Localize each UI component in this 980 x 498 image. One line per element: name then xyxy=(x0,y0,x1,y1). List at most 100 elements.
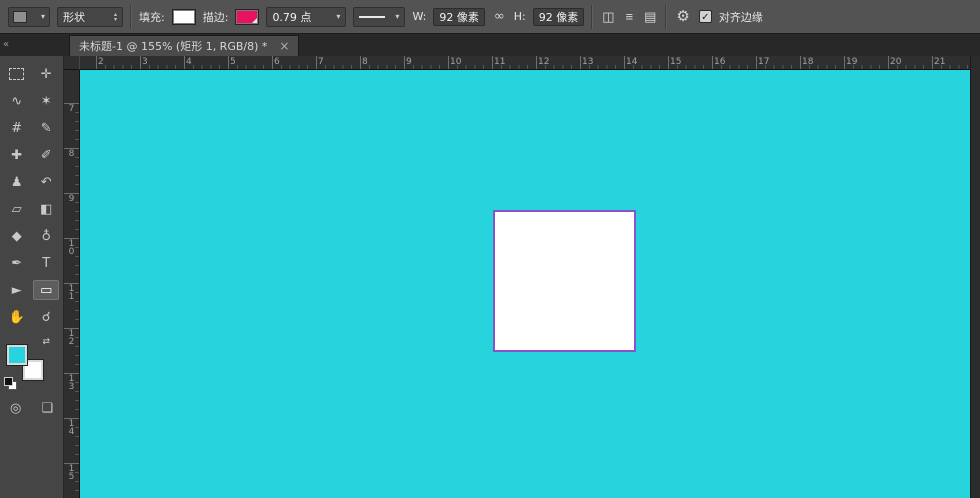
canvas[interactable] xyxy=(80,70,970,498)
stroke-width-value: 0.79 点 xyxy=(272,9,311,25)
h-ruler-number: 10 xyxy=(450,57,461,67)
rectangle-preset-icon xyxy=(13,11,27,23)
h-ruler-number: 14 xyxy=(626,57,637,67)
type-tool[interactable]: T xyxy=(33,253,59,273)
close-icon[interactable]: × xyxy=(279,39,289,53)
ruler-origin-corner[interactable] xyxy=(64,56,80,70)
horizontal-ruler[interactable]: 23456789101112131415161718192021 xyxy=(80,56,970,70)
path-alignment-button[interactable]: ≡ xyxy=(624,7,636,27)
v-ruler-number: 12 xyxy=(67,330,76,346)
history-brush-tool[interactable]: ↶ xyxy=(33,172,59,192)
pen-tool-icon: ✒ xyxy=(11,256,22,271)
tool-mode-value: 形状 xyxy=(63,9,85,25)
stroke-label: 描边: xyxy=(203,9,229,25)
type-tool-icon: T xyxy=(42,256,50,271)
clone-stamp-tool[interactable]: ♟ xyxy=(4,172,30,192)
blur-tool-icon: ◆ xyxy=(12,229,22,244)
healing-brush-tool[interactable]: ✚ xyxy=(4,145,30,165)
document-area: 未标题-1 @ 155% (矩形 1, RGB/8) * × 234567891… xyxy=(64,34,980,498)
zoom-tool[interactable]: ☌ xyxy=(33,307,59,327)
h-ruler-number: 18 xyxy=(802,57,813,67)
v-ruler-number: 15 xyxy=(67,465,76,481)
hand-tool[interactable]: ✋ xyxy=(4,307,30,327)
height-label: H: xyxy=(514,10,526,23)
color-swatch-widget: ⇄ xyxy=(4,337,52,383)
swap-colors-icon[interactable]: ⇄ xyxy=(42,337,50,347)
separator xyxy=(130,5,132,29)
v-ruler-number: 11 xyxy=(67,285,76,301)
stroke-type-select[interactable]: ▾ xyxy=(353,7,405,27)
spinner-arrows-icon: ▴▾ xyxy=(114,12,117,22)
dodge-tool[interactable]: ♁ xyxy=(33,226,59,246)
zoom-tool-icon: ☌ xyxy=(42,310,51,325)
tool-mode-select[interactable]: 形状 ▴▾ xyxy=(57,7,123,27)
h-ruler-number: 16 xyxy=(714,57,725,67)
fill-swatch[interactable] xyxy=(172,9,196,25)
gear-icon[interactable]: ⚙ xyxy=(674,7,691,27)
v-ruler-number: 7 xyxy=(67,105,76,113)
h-ruler-number: 8 xyxy=(362,57,368,67)
healing-brush-tool-icon: ✚ xyxy=(11,148,22,163)
collapse-panel-button[interactable]: « xyxy=(0,34,63,56)
h-ruler-number: 3 xyxy=(142,57,148,67)
height-input[interactable]: 92 像素 xyxy=(533,8,585,26)
h-ruler-number: 13 xyxy=(582,57,593,67)
magic-wand-tool[interactable]: ✶ xyxy=(33,91,59,111)
screen-mode-icon[interactable]: ❏ xyxy=(41,401,53,416)
brush-tool-icon: ✐ xyxy=(41,148,52,163)
dodge-tool-icon: ♁ xyxy=(41,229,51,244)
stroke-width-select[interactable]: 0.79 点 ▾ xyxy=(266,7,346,27)
crop-tool-icon: # xyxy=(11,121,22,136)
align-edges-checkbox[interactable]: ✓ xyxy=(699,10,712,23)
paint-bucket-tool[interactable]: ◧ xyxy=(33,199,59,219)
h-ruler-number: 20 xyxy=(890,57,901,67)
eyedropper-tool[interactable]: ✎ xyxy=(33,118,59,138)
tab-bar: 未标题-1 @ 155% (矩形 1, RGB/8) * × xyxy=(64,34,980,56)
v-ruler-number: 10 xyxy=(67,240,76,256)
rectangular-marquee-tool-icon xyxy=(9,68,24,80)
ruler-row: 23456789101112131415161718192021 xyxy=(64,56,980,70)
eyedropper-tool-icon: ✎ xyxy=(41,121,52,136)
width-input[interactable]: 92 像素 xyxy=(433,8,485,26)
blur-tool[interactable]: ◆ xyxy=(4,226,30,246)
chevron-down-icon: ▾ xyxy=(395,12,399,21)
eraser-tool[interactable]: ▱ xyxy=(4,199,30,219)
v-ruler-number: 8 xyxy=(67,150,76,158)
crop-tool[interactable]: # xyxy=(4,118,30,138)
path-arrangement-button[interactable]: ▤ xyxy=(642,7,658,27)
path-operations-button[interactable]: ◫ xyxy=(600,7,616,27)
separator xyxy=(591,5,593,29)
options-bar: ▾ 形状 ▴▾ 填充: 描边: 0.79 点 ▾ ▾ W: 92 像素 ∞ H:… xyxy=(0,0,980,34)
quick-mask-icon[interactable]: ◎ xyxy=(10,401,21,416)
default-colors-icon[interactable] xyxy=(4,377,16,389)
rectangular-marquee-tool[interactable] xyxy=(4,64,30,84)
link-dimensions-icon[interactable]: ∞ xyxy=(492,7,507,27)
path-selection-tool[interactable]: ► xyxy=(4,280,30,300)
pen-tool[interactable]: ✒ xyxy=(4,253,30,273)
move-tool[interactable]: ✛ xyxy=(33,64,59,84)
eraser-tool-icon: ▱ xyxy=(12,202,22,217)
v-ruler-number: 14 xyxy=(67,420,76,436)
h-ruler-number: 19 xyxy=(846,57,857,67)
rectangle-tool[interactable]: ▭ xyxy=(33,280,59,300)
document-tab[interactable]: 未标题-1 @ 155% (矩形 1, RGB/8) * × xyxy=(69,35,299,56)
separator xyxy=(665,5,667,29)
brush-tool[interactable]: ✐ xyxy=(33,145,59,165)
v-ruler-number: 9 xyxy=(67,195,76,203)
shape-rectangle[interactable] xyxy=(493,210,636,352)
vertical-scrollbar[interactable] xyxy=(970,70,980,498)
h-ruler-number: 5 xyxy=(230,57,236,67)
tools-grid: ✛ ∿ ✶ # ✎ ✚ ✐ ♟ ↶ ▱ ◧ ◆ ♁ ✒ T ►▭✋ ☌ xyxy=(0,56,63,327)
vertical-ruler[interactable]: 789101112131415 xyxy=(64,70,80,498)
main-row: « ✛ ∿ ✶ # ✎ ✚ ✐ ♟ ↶ ▱ ◧ ◆ ♁ ✒ T ►▭✋ ☌ ⇄ ◎ ❏ 未标题-1 @ 155%… xyxy=(0,34,980,498)
foreground-swatch[interactable] xyxy=(7,345,27,365)
clone-stamp-tool-icon: ♟ xyxy=(11,175,23,190)
solid-line-icon xyxy=(359,16,385,18)
lasso-tool[interactable]: ∿ xyxy=(4,91,30,111)
lasso-tool-icon: ∿ xyxy=(11,94,22,109)
stroke-swatch[interactable] xyxy=(235,9,259,25)
document-tab-title: 未标题-1 @ 155% (矩形 1, RGB/8) * xyxy=(79,38,267,54)
mini-foreground xyxy=(4,377,13,386)
tool-preset-picker[interactable]: ▾ xyxy=(8,7,50,27)
paint-bucket-tool-icon: ◧ xyxy=(40,202,52,217)
